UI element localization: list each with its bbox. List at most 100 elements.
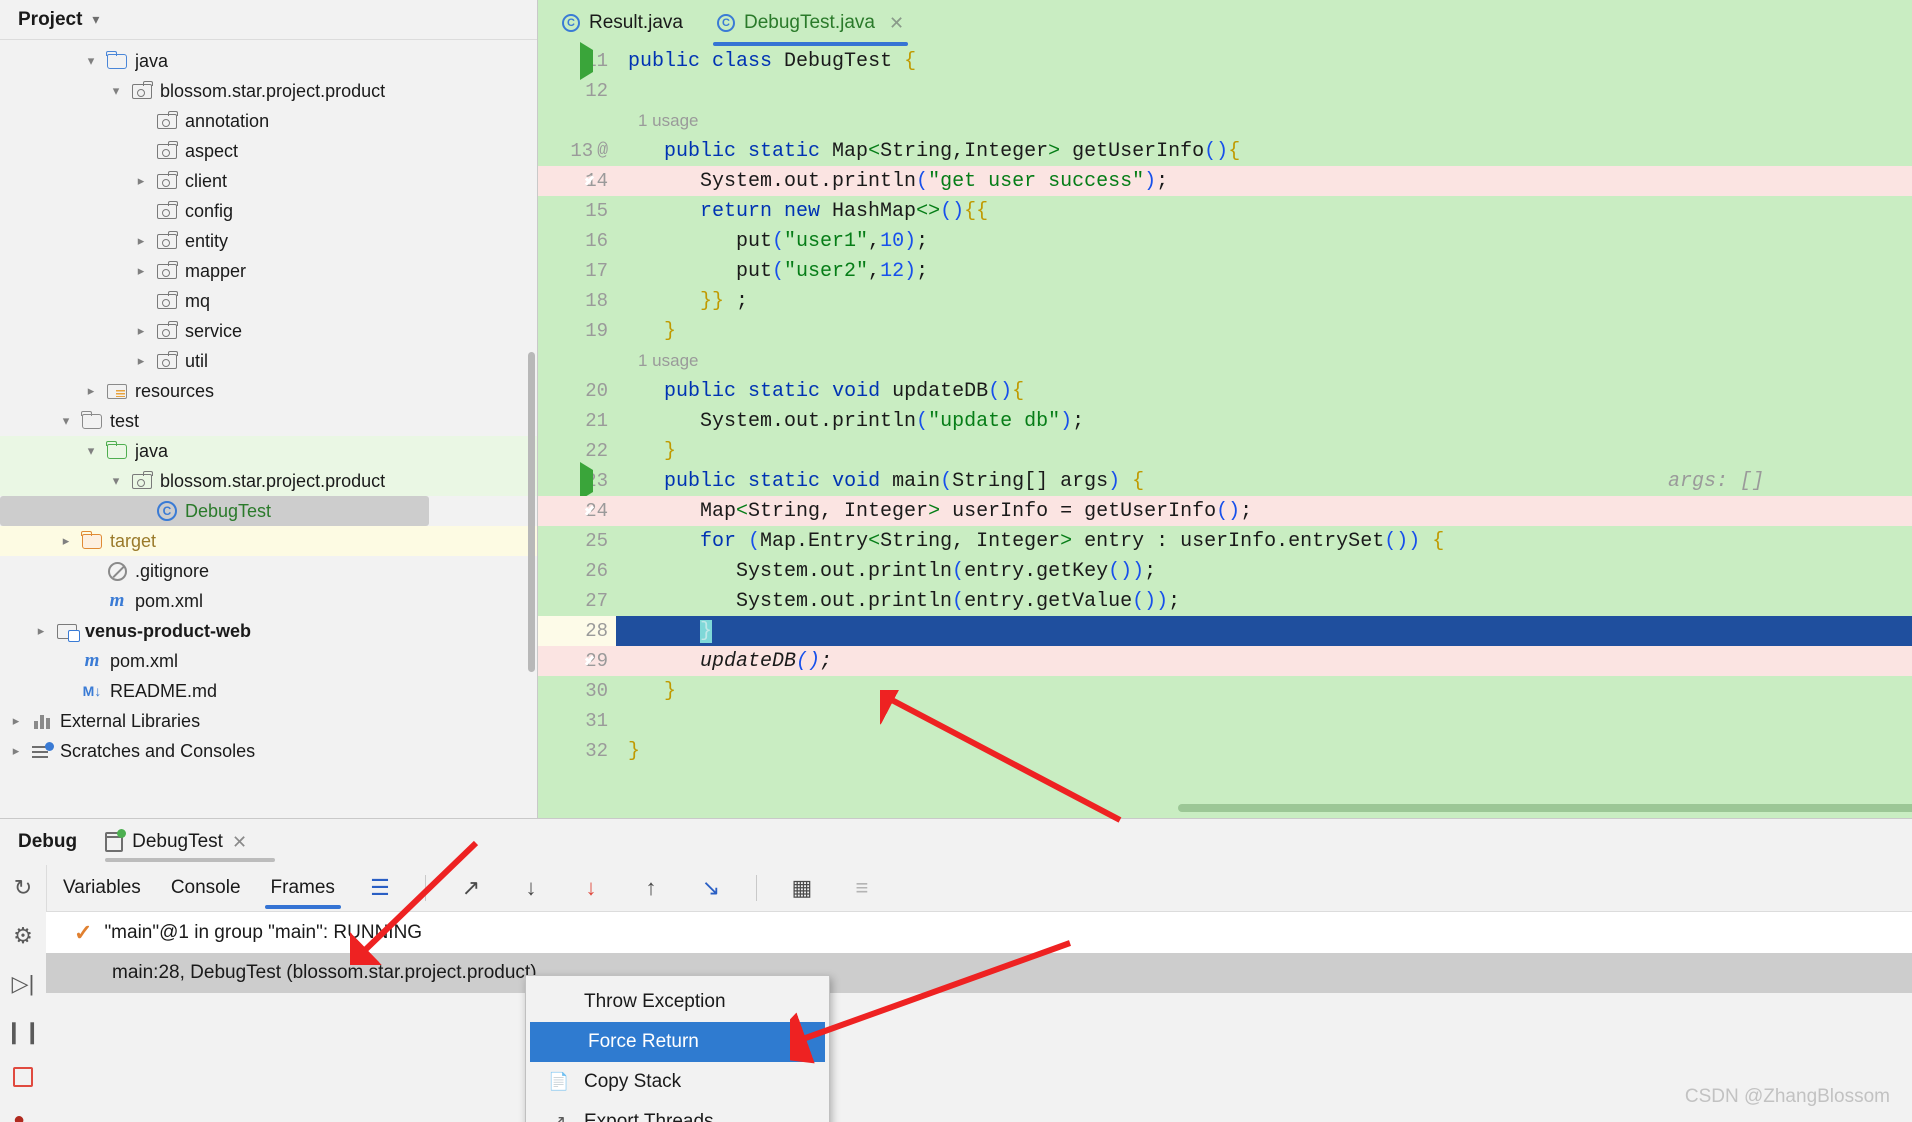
chevron-down-icon[interactable]: ▾ <box>58 413 74 429</box>
chevron-right-icon[interactable]: ▸ <box>8 743 24 759</box>
tree-item-blossom-star-project-product[interactable]: ▾ blossom.star.project.product <box>0 76 537 106</box>
tree-item-mapper[interactable]: ▸ mapper <box>0 256 537 286</box>
chevron-right-icon[interactable]: ▸ <box>133 173 149 189</box>
line-number-gutter[interactable]: 18 <box>538 286 616 316</box>
tree-item-readme-md[interactable]: M↓ README.md <box>0 676 537 706</box>
tree-item-pom-xml[interactable]: m pom.xml <box>0 586 537 616</box>
tree-item-client[interactable]: ▸ client <box>0 166 537 196</box>
chevron-right-icon[interactable]: ▸ <box>83 383 99 399</box>
tree-item-service[interactable]: ▸ service <box>0 316 537 346</box>
line-number-gutter[interactable]: 25 <box>538 526 616 556</box>
close-icon[interactable]: ✕ <box>232 832 247 853</box>
line-number-gutter[interactable]: 24 <box>538 496 616 526</box>
sidebar-scrollbar[interactable] <box>528 352 535 672</box>
chevron-right-icon[interactable]: ▸ <box>133 263 149 279</box>
line-number-gutter[interactable]: 13 @ <box>538 136 616 166</box>
code-line-24[interactable]: 24 Map<String, Integer> userInfo = getUse… <box>538 496 1912 526</box>
code-line-29[interactable]: 29 updateDB(); <box>538 646 1912 676</box>
line-number-gutter[interactable]: 30 <box>538 676 616 706</box>
code-line-28[interactable]: 28} <box>538 616 1912 646</box>
debug-tab-variables[interactable]: Variables <box>63 865 141 911</box>
chevron-down-icon[interactable]: ▾ <box>92 11 99 28</box>
code-line-13[interactable]: 13 @ public static Map<String,Integer> get… <box>538 136 1912 166</box>
code-line-20[interactable]: 20 public static void updateDB(){ <box>538 376 1912 406</box>
chevron-down-icon[interactable]: ▾ <box>83 443 99 459</box>
stop-icon[interactable] <box>9 1067 37 1087</box>
mute-breakpoints-icon[interactable]: ● <box>13 1109 33 1122</box>
chevron-right-icon[interactable]: ▸ <box>58 533 74 549</box>
tree-item-venus-product-web[interactable]: ▸ venus-product-web <box>0 616 537 646</box>
line-number-gutter[interactable]: 31 <box>538 706 616 736</box>
tree-item-external-libraries[interactable]: ▸ External Libraries <box>0 706 537 736</box>
step-into-icon[interactable]: ↓ <box>516 873 546 903</box>
context-menu[interactable]: Throw Exception Force Return 📄 Copy Stack ↗ E… <box>525 975 830 1122</box>
debug-tab-frames[interactable]: Frames <box>264 865 342 911</box>
menu-item-throw-exception[interactable]: Throw Exception <box>526 982 829 1022</box>
chevron-right-icon[interactable]: ▸ <box>133 353 149 369</box>
code-line-22[interactable]: 22} <box>538 436 1912 466</box>
tree-item-aspect[interactable]: aspect <box>0 136 537 166</box>
line-number-gutter[interactable]: 28 <box>538 616 616 646</box>
line-number-gutter[interactable]: 20 <box>538 376 616 406</box>
menu-item-force-return[interactable]: Force Return <box>530 1022 825 1062</box>
chevron-down-icon[interactable]: ▾ <box>108 83 124 99</box>
code-line-31[interactable]: 31 <box>538 706 1912 736</box>
line-number-gutter[interactable]: 23 <box>538 462 616 500</box>
code-line-11[interactable]: 11 public class DebugTest { <box>538 42 1912 80</box>
code-line-26[interactable]: 26 System.out.println(entry.getKey()); <box>538 556 1912 586</box>
code-line-30[interactable]: 30} <box>538 676 1912 706</box>
tree-item-entity[interactable]: ▸ entity <box>0 226 537 256</box>
tree-item-scratches-and-consoles[interactable]: ▸ Scratches and Consoles <box>0 736 537 766</box>
tree-item-debugtest[interactable]: C DebugTest <box>0 496 429 526</box>
tree-item--gitignore[interactable]: .gitignore <box>0 556 537 586</box>
resume-program-icon[interactable]: ▷| <box>9 971 37 997</box>
tree-item-config[interactable]: config <box>0 196 537 226</box>
tree-item-resources[interactable]: ▸ resources <box>0 376 537 406</box>
code-usage-hint[interactable]: 1 usage <box>538 346 1912 376</box>
tree-item-util[interactable]: ▸ util <box>0 346 537 376</box>
menu-item-export-threads[interactable]: ↗ Export Threads... <box>526 1102 829 1122</box>
step-over-icon[interactable]: ↗ <box>456 873 486 903</box>
step-out-icon[interactable]: ↑ <box>636 873 666 903</box>
line-number-gutter[interactable]: 29 <box>538 646 616 676</box>
code-line-16[interactable]: 16 put("user1",10); <box>538 226 1912 256</box>
tree-item-pom-xml[interactable]: m pom.xml <box>0 646 537 676</box>
debug-session-tab[interactable]: DebugTest ✕ <box>105 819 275 865</box>
tree-item-mq[interactable]: mq <box>0 286 537 316</box>
tree-item-java[interactable]: ▾ java <box>0 436 537 466</box>
tree-item-java[interactable]: ▾ java <box>0 46 537 76</box>
line-number-gutter[interactable]: 15 <box>538 196 616 226</box>
line-number-gutter[interactable]: 22 <box>538 436 616 466</box>
evaluate-expression-icon[interactable]: ▦ <box>787 873 817 903</box>
menu-item-copy-stack[interactable]: 📄 Copy Stack <box>526 1062 829 1102</box>
code-usage-hint[interactable]: 1 usage <box>538 106 1912 136</box>
code-line-12[interactable]: 12 <box>538 76 1912 106</box>
chevron-right-icon[interactable]: ▸ <box>133 233 149 249</box>
chevron-right-icon[interactable]: ▸ <box>33 623 49 639</box>
chevron-down-icon[interactable]: ▾ <box>83 53 99 69</box>
editor-horizontal-scrollbar[interactable] <box>1178 804 1912 812</box>
code-line-14[interactable]: 14 System.out.println("get user success")… <box>538 166 1912 196</box>
editor-tab-debugtest-java[interactable]: C DebugTest.java ✕ <box>712 0 909 46</box>
run-to-cursor-icon[interactable]: ↘ <box>696 873 726 903</box>
tree-item-annotation[interactable]: annotation <box>0 106 537 136</box>
thread-row[interactable]: ✓ "main"@1 in group "main": RUNNING <box>46 911 1912 953</box>
code-line-32[interactable]: 32} <box>538 736 1912 766</box>
debug-tab-console[interactable]: Console <box>171 865 241 911</box>
tree-item-test[interactable]: ▾ test <box>0 406 537 436</box>
code-line-18[interactable]: 18}} ; <box>538 286 1912 316</box>
code-line-15[interactable]: 15 return new HashMap<>(){{ <box>538 196 1912 226</box>
chevron-right-icon[interactable]: ▸ <box>8 713 24 729</box>
tree-item-target[interactable]: ▸ target <box>0 526 537 556</box>
rerun-icon[interactable]: ↻ <box>9 875 37 901</box>
chevron-right-icon[interactable]: ▸ <box>133 323 149 339</box>
frame-row[interactable]: main:28, DebugTest (blossom.star.project… <box>46 953 1912 993</box>
line-number-gutter[interactable]: 26 <box>538 556 616 586</box>
code-lines[interactable]: 11 public class DebugTest {12 1 usage 13 @ pu… <box>538 42 1912 818</box>
code-line-21[interactable]: 21 System.out.println("update db"); <box>538 406 1912 436</box>
code-line-27[interactable]: 27 System.out.println(entry.getValue()); <box>538 586 1912 616</box>
code-line-19[interactable]: 19} <box>538 316 1912 346</box>
run-gutter-icon[interactable] <box>580 462 593 500</box>
close-icon[interactable]: ✕ <box>889 13 904 34</box>
settings-icon[interactable]: ≡ <box>847 873 877 903</box>
